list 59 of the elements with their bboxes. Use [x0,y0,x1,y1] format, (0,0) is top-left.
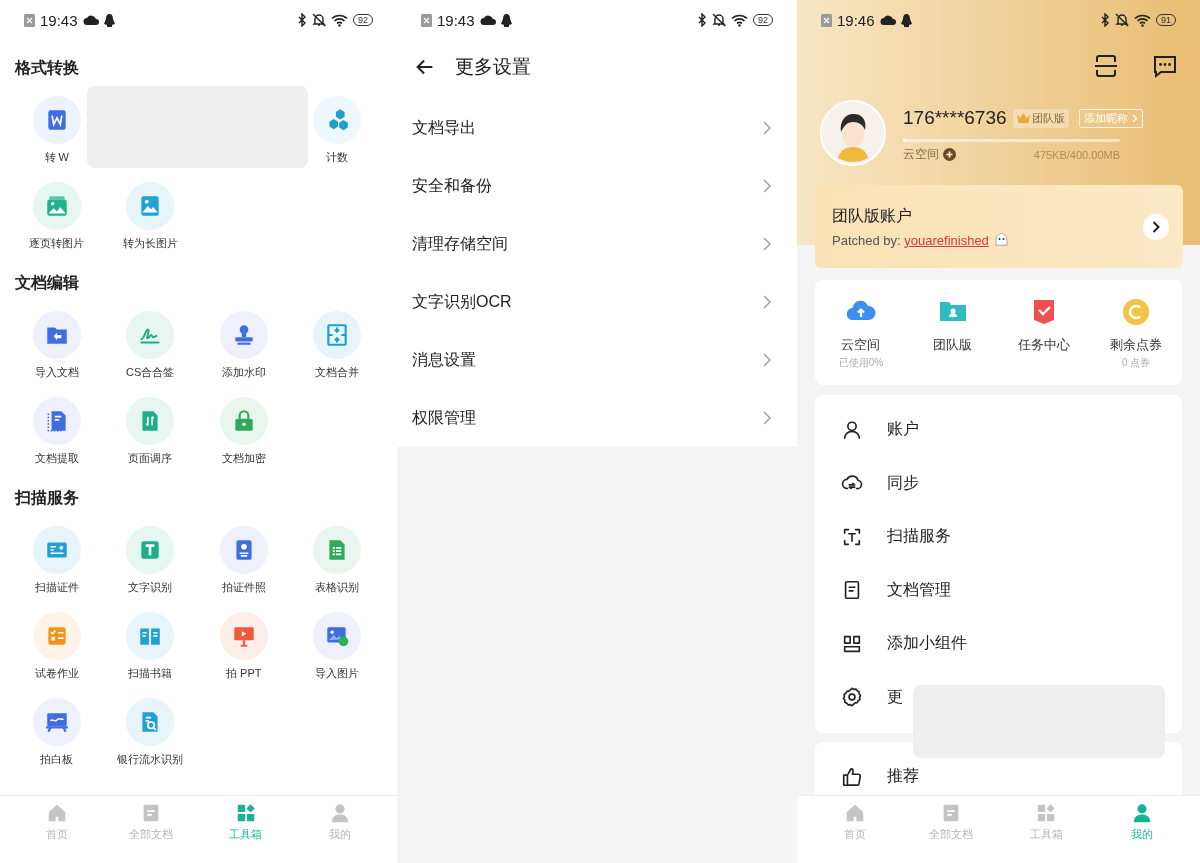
tool-button[interactable]: 拍白板 [27,688,86,774]
tool-button[interactable]: 拍证件照 [214,516,273,602]
tool-button[interactable]: 添加水印 [214,301,273,387]
tool-button[interactable]: 转 W [27,86,86,172]
menu-item[interactable]: 文档管理 [815,563,1182,617]
section-title: 扫描服务 [13,488,80,508]
phone-number: 176****6736 [903,107,1007,129]
section-title: 格式转换 [13,58,80,78]
storage-label: 云空间 [903,146,939,163]
settings-item[interactable]: 文档导出 [397,99,797,157]
menu-item[interactable]: 推荐 [815,750,1182,795]
action-label: 团队版 [933,336,973,354]
quick-action[interactable]: 任务中心 [998,280,1091,385]
status-time: 19:46 [837,11,875,29]
menu-item[interactable]: 账户 [815,403,1182,457]
page-title: 更多设置 [455,55,531,79]
tool-button[interactable]: 文档加密 [214,387,273,473]
tool-button[interactable]: 导入文档 [27,301,86,387]
tool-button[interactable]: 文字识别 [121,516,180,602]
tool-button[interactable]: 文档合并 [308,301,367,387]
storage-usage: 475KB/400.00MB [1033,148,1120,161]
author-link[interactable]: youarefinished [904,232,989,248]
tool-button[interactable]: 文档提取 [27,387,86,473]
menu-item[interactable]: 同步 [815,456,1182,510]
quick-action[interactable]: 云空间 已使用0% [815,280,907,385]
settings-item[interactable]: 文字识别OCR [397,273,797,331]
menu-item[interactable]: 更 [815,670,1182,724]
tool-button[interactable]: 扫描书籍 [121,602,180,688]
quick-action[interactable]: 剩余点券 0 点券 [1090,280,1182,385]
tool-button[interactable]: 页面调序 [121,387,180,473]
tool-button[interactable]: 拍 PPT [214,602,273,688]
tool-button[interactable]: 导入图片 [308,602,367,688]
tool-button[interactable]: 试卷作业 [27,602,86,688]
action-sublabel: 0 点券 [1121,356,1151,370]
action-label: 任务中心 [1018,336,1071,354]
action-sublabel: 已使用0% [838,356,884,370]
menu-item[interactable]: 添加小组件 [815,617,1182,671]
tool-button[interactable]: 扫描证件 [27,516,86,602]
tool-button[interactable]: 计数 [308,86,367,172]
tool-button[interactable]: 表格识别 [308,516,367,602]
quick-action[interactable]: 团队版 [906,280,999,385]
tool-button[interactable]: CS合合签 [121,301,180,387]
card-title: 团队版账户 [832,205,913,226]
menu-item[interactable]: 扫描服务 [815,510,1182,564]
action-label: 云空间 [841,336,881,354]
tool-button[interactable]: 银行流水识别 [117,688,184,774]
tool-button[interactable]: 逐页转图片 [27,172,86,258]
tool-button[interactable]: 转为长图片 [121,172,180,258]
plan-label: 团队版 [1031,110,1065,126]
patch-note: Patched by: youarefinished [832,232,989,248]
settings-item[interactable]: 消息设置 [397,331,797,389]
settings-item[interactable]: 权限管理 [397,389,797,447]
section-title: 文档编辑 [14,273,80,293]
status-time: 19:43 [40,11,78,29]
action-label: 剩余点券 [1110,336,1163,354]
settings-item[interactable]: 安全和备份 [397,157,797,215]
status-time: 19:43 [437,11,475,29]
team-account-card[interactable]: 团队版账户 Patched by: youarefinished [815,185,1183,268]
settings-item[interactable]: 清理存储空间 [397,215,797,273]
